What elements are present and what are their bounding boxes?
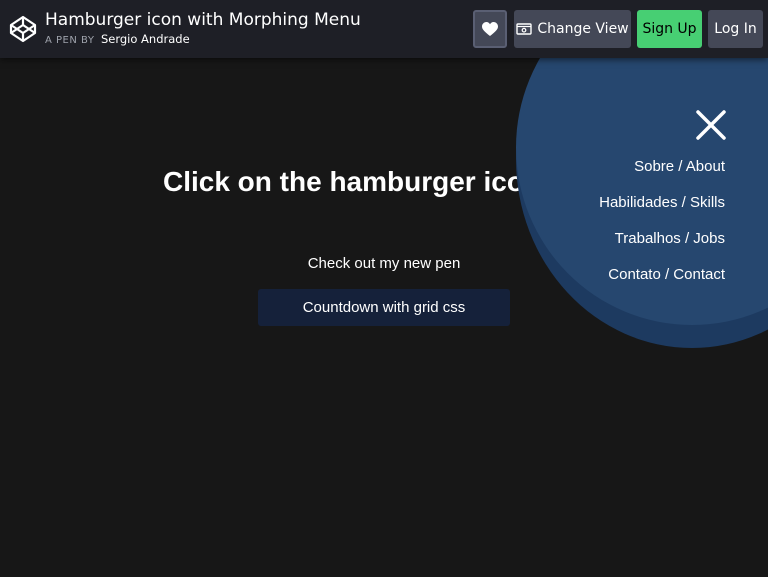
pen-preview: Click on the hamburger icon→ Check out m… (0, 58, 768, 577)
menu-item-jobs[interactable]: Trabalhos / Jobs (599, 230, 725, 266)
pen-title[interactable]: Hamburger icon with Morphing Menu (45, 10, 361, 30)
codepen-logo-icon[interactable] (8, 14, 38, 44)
countdown-pen-link[interactable]: Countdown with grid css (258, 289, 510, 326)
sign-up-button[interactable]: Sign Up (637, 10, 702, 48)
close-icon[interactable] (694, 108, 728, 142)
menu-item-contact[interactable]: Contato / Contact (599, 266, 725, 302)
change-view-button[interactable]: Change View (514, 10, 631, 48)
nav-menu: Sobre / About Habilidades / Skills Traba… (599, 158, 725, 302)
eye-icon (516, 23, 533, 35)
author-link[interactable]: Sergio Andrade (101, 32, 190, 46)
heart-button[interactable] (473, 10, 507, 48)
menu-item-skills[interactable]: Habilidades / Skills (599, 194, 725, 230)
codepen-header: Hamburger icon with Morphing Menu A PEN … (0, 0, 768, 58)
log-in-button[interactable]: Log In (708, 10, 763, 48)
pen-byline: A PEN BY Sergio Andrade (45, 32, 190, 46)
heart-icon (482, 21, 498, 36)
headline-text: Click on the hamburger icon (162, 166, 542, 197)
change-view-label: Change View (537, 21, 629, 37)
byline-prefix: A PEN BY (45, 35, 95, 46)
menu-item-about[interactable]: Sobre / About (599, 158, 725, 194)
